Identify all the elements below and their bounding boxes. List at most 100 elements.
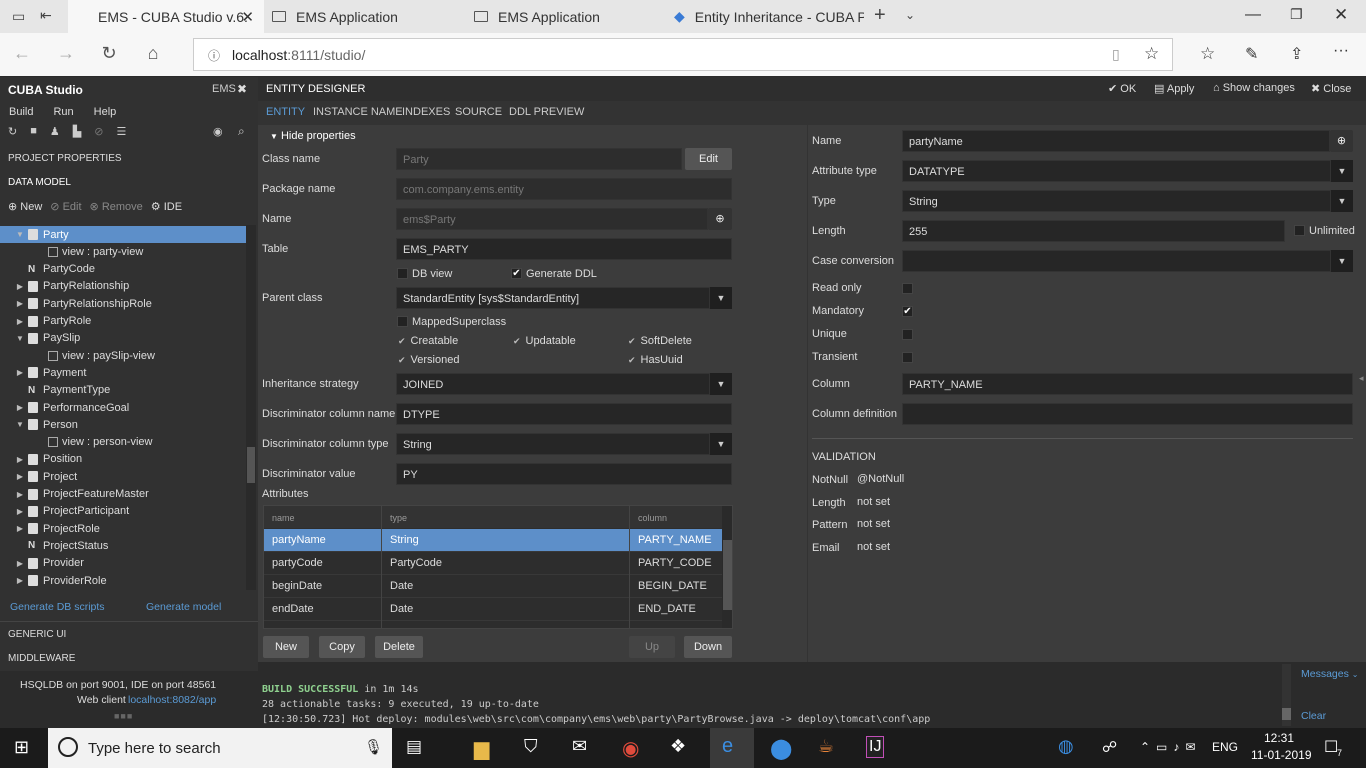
unique-checkbox[interactable] bbox=[902, 329, 913, 340]
expand-icon[interactable]: ▶ bbox=[16, 507, 24, 516]
expand-icon[interactable]: ▶ bbox=[16, 455, 24, 464]
expand-icon[interactable]: ▶ bbox=[16, 524, 24, 533]
menu-run[interactable]: Run bbox=[53, 106, 73, 118]
trait-softdelete[interactable]: SoftDelete bbox=[628, 335, 692, 347]
tab-cuba-studio[interactable]: EMS - CUBA Studio v.6. ✕ bbox=[68, 0, 264, 33]
inheritance-select[interactable]: JOINED bbox=[396, 373, 710, 395]
intellij-icon[interactable]: IJ bbox=[866, 736, 885, 758]
restore-icon[interactable]: ❐ bbox=[1290, 6, 1303, 23]
expand-icon[interactable]: ▶ bbox=[16, 368, 24, 377]
tab-ddl-preview[interactable]: DDL PREVIEW bbox=[509, 106, 584, 118]
expand-icon[interactable]: ▶ bbox=[16, 317, 24, 326]
share-icon[interactable]: ⇪ bbox=[1290, 44, 1303, 64]
more-icon[interactable]: ··· bbox=[1333, 42, 1349, 60]
middleware-header[interactable]: MIDDLEWARE bbox=[8, 653, 75, 664]
tree-entity-item[interactable]: N PaymentType bbox=[0, 382, 246, 399]
tree-entity-item[interactable]: ▼ PaySlip bbox=[0, 330, 246, 347]
windows-start-icon[interactable]: ⊞ bbox=[14, 737, 29, 758]
set-aside-tabs-icon[interactable]: ⇤ bbox=[40, 7, 52, 24]
table-row[interactable]: beginDate Date BEGIN_DATE bbox=[264, 575, 722, 598]
reading-view-icon[interactable]: ▯ bbox=[1112, 46, 1120, 63]
maps-icon[interactable]: ⬤ bbox=[770, 736, 792, 761]
tree-entity-item[interactable]: ▶ PerformanceGoal bbox=[0, 399, 246, 416]
collapse-icon[interactable]: ▼ bbox=[16, 334, 24, 343]
back-icon[interactable]: ← bbox=[10, 43, 34, 64]
apply-button[interactable]: ▤ Apply bbox=[1154, 82, 1194, 95]
expand-icon[interactable]: ▶ bbox=[16, 559, 24, 568]
microphone-icon[interactable]: 🎙 bbox=[364, 738, 383, 756]
collapse-icon[interactable]: ▼ bbox=[16, 420, 24, 429]
generic-ui-header[interactable]: GENERIC UI bbox=[8, 629, 66, 640]
language-indicator[interactable]: ENG bbox=[1212, 740, 1238, 754]
tree-entity-item[interactable]: ▶ PartyRelationship bbox=[0, 278, 246, 295]
column-field[interactable]: PARTY_NAME bbox=[902, 373, 1353, 395]
url-field[interactable]: ⓘ localhost:8111/studio/ ▯ ☆ bbox=[193, 38, 1173, 71]
disc-column-field[interactable]: DTYPE bbox=[396, 403, 732, 425]
expand-icon[interactable]: ▶ bbox=[16, 282, 24, 291]
expand-icon[interactable]: ▶ bbox=[16, 403, 24, 412]
people-icon[interactable]: ☍ bbox=[1102, 738, 1117, 756]
edit-class-button[interactable]: Edit bbox=[685, 148, 732, 170]
tree-entity-item[interactable]: ▼ Party bbox=[0, 226, 246, 243]
close-tab-icon[interactable]: ✕ bbox=[241, 8, 254, 26]
new-tab-icon[interactable]: + bbox=[874, 4, 886, 27]
minimize-icon[interactable]: — bbox=[1245, 6, 1261, 24]
close-project-icon[interactable]: ✖ bbox=[237, 82, 247, 96]
resize-grip-icon[interactable]: ■■■ bbox=[114, 711, 133, 721]
show-changes-button[interactable]: ⌂ Show changes bbox=[1213, 82, 1295, 94]
edit-entity-button[interactable]: ⊘ Edit bbox=[50, 200, 81, 213]
down-button[interactable]: Down bbox=[684, 636, 732, 658]
length-field[interactable]: 255 bbox=[902, 220, 1285, 242]
tab-entity[interactable]: ENTITY bbox=[266, 106, 305, 118]
tree-entity-item[interactable]: N PartyCode bbox=[0, 261, 246, 278]
chevron-down-icon[interactable]: ▼ bbox=[1331, 190, 1353, 212]
generate-model-link[interactable]: Generate model bbox=[146, 601, 221, 613]
chevron-down-icon[interactable]: ▼ bbox=[710, 433, 732, 455]
menu-help[interactable]: Help bbox=[94, 106, 117, 118]
table-scrollbar[interactable] bbox=[722, 506, 732, 628]
table-field[interactable]: EMS_PARTY bbox=[396, 238, 732, 260]
hide-properties-toggle[interactable]: ▼ Hide properties bbox=[270, 130, 356, 142]
refresh-icon[interactable]: ↻ bbox=[8, 125, 17, 138]
close-window-icon[interactable]: ✕ bbox=[1334, 5, 1348, 25]
attr-name-field[interactable]: partyName bbox=[902, 130, 1330, 152]
tree-entity-item[interactable]: ▶ Payment bbox=[0, 364, 246, 381]
up-button[interactable]: Up bbox=[629, 636, 675, 658]
type-select[interactable]: String bbox=[902, 190, 1331, 212]
target-icon[interactable]: ◉ bbox=[213, 125, 223, 138]
copy-attr-button[interactable]: Copy bbox=[319, 636, 365, 658]
tab-source[interactable]: SOURCE bbox=[455, 106, 502, 118]
java-icon[interactable]: ☕ bbox=[818, 736, 834, 757]
db-view-checkbox[interactable] bbox=[397, 268, 408, 279]
tab-entity-inheritance[interactable]: ◆ Entity Inheritance - CUBA Pl bbox=[674, 0, 864, 33]
trait-updatable[interactable]: Updatable bbox=[513, 335, 576, 347]
tree-entity-item[interactable]: ▼ Person bbox=[0, 416, 246, 433]
package-name-field[interactable]: com.company.ems.entity bbox=[396, 178, 732, 200]
tree-view-item[interactable]: view : party-view bbox=[0, 243, 246, 260]
list-icon[interactable]: ☰ bbox=[116, 125, 126, 138]
tree-view-item[interactable]: view : person-view bbox=[0, 434, 246, 451]
home-icon[interactable]: ⌂ bbox=[141, 43, 165, 64]
class-name-field[interactable]: Party bbox=[396, 148, 682, 170]
table-row[interactable]: partyCode PartyCode PARTY_CODE bbox=[264, 552, 722, 575]
dropbox-icon[interactable]: ❖ bbox=[670, 736, 686, 757]
ide-button[interactable]: ⚙ IDE bbox=[151, 200, 182, 213]
file-explorer-icon[interactable]: ▆ bbox=[474, 736, 489, 761]
table-row[interactable]: partyName String PARTY_NAME bbox=[264, 529, 722, 552]
delete-attr-button[interactable]: Delete bbox=[375, 636, 423, 658]
menu-build[interactable]: Build bbox=[9, 106, 33, 118]
expand-icon[interactable]: ▶ bbox=[16, 472, 24, 481]
tree-entity-item[interactable]: ▶ ProjectParticipant bbox=[0, 503, 246, 520]
favorites-icon[interactable]: ☆ bbox=[1200, 44, 1215, 64]
tree-entity-item[interactable]: ▶ ProjectRole bbox=[0, 520, 246, 537]
tree-entity-item[interactable]: ▶ Provider bbox=[0, 555, 246, 572]
chevron-down-icon[interactable]: ▼ bbox=[710, 373, 732, 395]
tab-ems-app-1[interactable]: EMS Application bbox=[272, 0, 468, 33]
expand-icon[interactable]: ▶ bbox=[16, 490, 24, 499]
disc-type-select[interactable]: String bbox=[396, 433, 710, 455]
column-def-field[interactable] bbox=[902, 403, 1353, 425]
unlimited-checkbox[interactable] bbox=[1294, 225, 1305, 236]
case-conversion-select[interactable] bbox=[902, 250, 1331, 272]
tree-entity-item[interactable]: ▶ ProviderRole bbox=[0, 572, 246, 589]
chevron-down-icon[interactable]: ▼ bbox=[1331, 250, 1353, 272]
